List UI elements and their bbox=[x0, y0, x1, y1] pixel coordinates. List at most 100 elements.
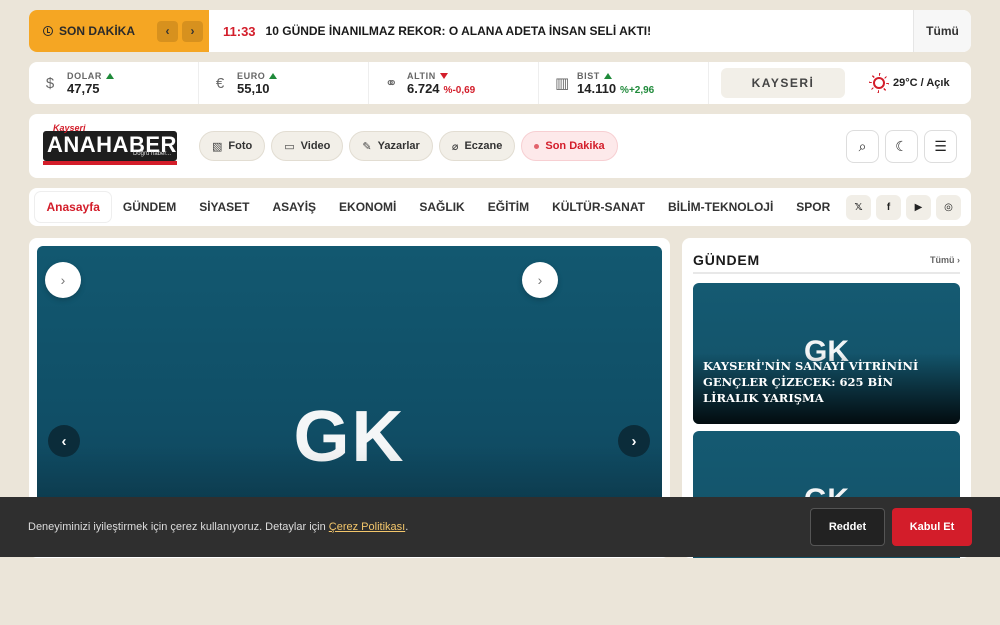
site-logo[interactable]: ANAHABER Kayseri Doğru haber... bbox=[43, 123, 177, 165]
city-selector-button[interactable]: KAYSERİ bbox=[721, 68, 845, 98]
cookie-message: Deneyiminizi iyileştirmek için çerez kul… bbox=[28, 521, 329, 533]
nav-item-egitim[interactable]: EĞİTİM bbox=[476, 192, 540, 222]
market-name: DOLAR bbox=[67, 70, 102, 81]
breaking-all-button[interactable]: Tümü bbox=[913, 10, 971, 52]
market-bar: $ DOLAR 47,75 € EURO 55,10 ⚭ ALTIN 6.724… bbox=[29, 62, 971, 104]
market-item-euro: € EURO 55,10 bbox=[199, 62, 369, 104]
slide-thumb-left-button[interactable]: › bbox=[45, 262, 81, 298]
cookie-suffix: . bbox=[405, 521, 409, 533]
breaking-news-bar: SON DAKİKA ‹ › 11:33 10 GÜNDE İNANILMAZ … bbox=[29, 10, 971, 52]
market-value: 55,10 bbox=[237, 80, 270, 96]
market-value: 47,75 bbox=[67, 80, 100, 96]
slide-thumb-right-button[interactable]: › bbox=[522, 262, 558, 298]
clock-icon bbox=[43, 26, 53, 36]
logo-underline bbox=[43, 161, 177, 165]
trend-up-icon bbox=[269, 72, 278, 79]
trend-down-icon bbox=[439, 72, 448, 79]
market-name: EURO bbox=[237, 70, 266, 81]
main-nav: Anasayfa GÜNDEM SİYASET ASAYİŞ EKONOMİ S… bbox=[29, 188, 971, 226]
market-name: BIST bbox=[577, 70, 600, 81]
cookie-banner: Deneyiminizi iyileştirmek için çerez kul… bbox=[0, 497, 1000, 557]
youtube-icon[interactable]: ▶ bbox=[906, 194, 931, 220]
nav-item-ekonomi[interactable]: EKONOMİ bbox=[328, 192, 408, 222]
video-button[interactable]: ▭ Video bbox=[271, 131, 344, 161]
pill-label: Foto bbox=[228, 140, 253, 152]
market-value: 6.724 bbox=[407, 80, 440, 96]
image-icon: ▧ bbox=[212, 140, 223, 153]
pill-label: Son Dakika bbox=[545, 140, 605, 152]
pill-label: Yazarlar bbox=[377, 140, 420, 152]
breaking-label-text: SON DAKİKA bbox=[59, 24, 136, 38]
slider-prev-button[interactable]: ‹ bbox=[48, 425, 80, 457]
theme-toggle-button[interactable]: ☾ bbox=[885, 129, 918, 163]
breaking-prev-button[interactable]: ‹ bbox=[157, 20, 179, 42]
market-item-dolar: $ DOLAR 47,75 bbox=[29, 62, 199, 104]
video-icon: ▭ bbox=[284, 140, 295, 153]
market-name: ALTIN bbox=[407, 70, 436, 81]
nav-item-gundem[interactable]: GÜNDEM bbox=[111, 192, 187, 222]
pen-icon: ✎ bbox=[362, 140, 372, 153]
moon-icon: ☾ bbox=[895, 137, 908, 154]
trend-up-icon bbox=[106, 72, 114, 79]
nav-item-saglik[interactable]: SAĞLIK bbox=[408, 192, 476, 222]
foto-button[interactable]: ▧ Foto bbox=[199, 131, 266, 161]
breaking-arrows: ‹ › bbox=[157, 20, 204, 42]
nav-item-kultur-sanat[interactable]: KÜLTÜR-SANAT bbox=[541, 192, 657, 222]
breaking-time: 11:33 bbox=[223, 23, 256, 39]
breaking-label: SON DAKİKA ‹ › bbox=[29, 10, 209, 52]
cookie-policy-link[interactable]: Çerez Politikası bbox=[329, 521, 405, 533]
hamburger-icon: ☰ bbox=[934, 137, 947, 154]
logo-tagline: Doğru haber... bbox=[132, 151, 171, 157]
site-header: ANAHABER Kayseri Doğru haber... ▧ Foto ▭ V… bbox=[29, 114, 971, 178]
nav-item-asayis[interactable]: ASAYİŞ bbox=[261, 192, 328, 222]
market-change: %+2,96 bbox=[620, 84, 655, 96]
market-value: 14.110 bbox=[577, 80, 617, 96]
market-value-row: 14.110 %+2,96 bbox=[577, 81, 654, 96]
euro-icon: € bbox=[215, 74, 225, 92]
sidebar-title: GÜNDEM bbox=[693, 252, 761, 268]
news-card[interactable]: GK KAYSERİ'NİN SANAYİ VİTRİNİNİ GENÇLER … bbox=[693, 283, 960, 424]
facebook-icon[interactable]: f bbox=[876, 194, 901, 220]
market-item-bist: ▥ BIST 14.110 %+2,96 bbox=[539, 62, 709, 104]
social-links: 𝕏 f ▶ ◎ bbox=[842, 194, 961, 220]
x-icon[interactable]: 𝕏 bbox=[846, 194, 871, 220]
pill-label: Video bbox=[300, 140, 331, 152]
breaking-next-button[interactable]: › bbox=[182, 20, 204, 42]
search-button[interactable]: ⌕ bbox=[846, 129, 879, 163]
reject-cookies-button[interactable]: Reddet bbox=[810, 508, 885, 546]
pill-label: Eczane bbox=[464, 140, 503, 152]
news-card-title: KAYSERİ'NİN SANAYİ VİTRİNİNİ GENÇLER ÇİZ… bbox=[703, 359, 919, 405]
sun-icon bbox=[873, 77, 885, 89]
sidebar-header: GÜNDEM Tümü › bbox=[693, 248, 960, 274]
trend-up-icon bbox=[603, 72, 612, 79]
quick-links: ▧ Foto ▭ Video ✎ Yazarlar ⌀ Eczane Son Dakik… bbox=[199, 131, 618, 161]
yazarlar-button[interactable]: ✎ Yazarlar bbox=[349, 131, 433, 161]
nav-items: Anasayfa GÜNDEM SİYASET ASAYİŞ EKONOMİ S… bbox=[29, 188, 842, 226]
bar-chart-icon: ▥ bbox=[555, 75, 570, 92]
son-dakika-button[interactable]: Son Dakika bbox=[521, 131, 618, 161]
nav-item-spor[interactable]: SPOR bbox=[785, 192, 842, 222]
nav-item-bilim-teknoloji[interactable]: BİLİM-TEKNOLOJİ bbox=[656, 192, 784, 222]
cookie-actions: Reddet Kabul Et bbox=[810, 508, 972, 546]
dollar-icon: $ bbox=[45, 74, 55, 92]
menu-button[interactable]: ☰ bbox=[924, 129, 957, 163]
slider-next-button[interactable]: › bbox=[618, 425, 650, 457]
market-item-altin: ⚭ ALTIN 6.724 %-0,69 bbox=[369, 62, 539, 104]
live-dot-icon bbox=[534, 143, 540, 149]
market-value-row: 6.724 %-0,69 bbox=[407, 81, 475, 96]
nav-item-siyaset[interactable]: SİYASET bbox=[188, 192, 261, 222]
instagram-icon[interactable]: ◎ bbox=[936, 194, 961, 220]
header-actions: ⌕ ☾ ☰ bbox=[846, 129, 957, 163]
market-change: %-0,69 bbox=[443, 84, 476, 96]
sidebar-all-link[interactable]: Tümü › bbox=[930, 255, 960, 265]
nav-item-anasayfa[interactable]: Anasayfa bbox=[35, 192, 112, 222]
breaking-headline-link[interactable]: 10 GÜNDE İNANILMAZ REKOR: O ALANA ADETA … bbox=[266, 24, 913, 38]
search-icon: ⌕ bbox=[858, 137, 867, 154]
accept-cookies-button[interactable]: Kabul Et bbox=[892, 508, 972, 546]
weather-widget: 29°C / Açık bbox=[873, 77, 950, 89]
logo-top: Kayseri bbox=[53, 123, 86, 133]
cookie-text: Deneyiminizi iyileştirmek için çerez kul… bbox=[28, 521, 408, 533]
eczane-button[interactable]: ⌀ Eczane bbox=[438, 131, 516, 161]
gold-icon: ⚭ bbox=[385, 75, 398, 92]
weather-text: 29°C / Açık bbox=[893, 77, 950, 89]
